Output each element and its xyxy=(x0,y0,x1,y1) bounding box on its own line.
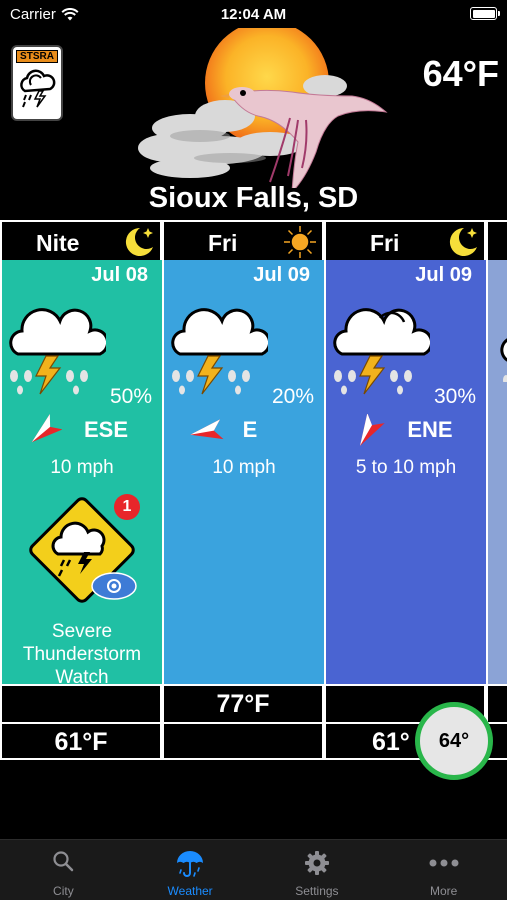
wind-direction: ENE xyxy=(407,417,453,442)
wind-direction: ESE xyxy=(83,417,129,442)
day-header: Fri xyxy=(324,220,486,260)
day-header: Fri xyxy=(162,220,324,260)
high-temperature xyxy=(0,684,162,722)
clock: 12:04 AM xyxy=(220,6,287,23)
high-temperature: 77°F xyxy=(162,684,324,722)
tab-label: Settings xyxy=(295,884,339,898)
more-dots-icon xyxy=(429,859,459,867)
tab-settings[interactable]: Settings xyxy=(254,840,381,900)
battery-icon xyxy=(470,7,500,20)
sun-icon xyxy=(284,226,316,258)
tab-more[interactable]: More xyxy=(380,840,507,900)
precip-chance: 20% xyxy=(271,385,314,408)
header: STSRA 64°F Sioux Falls, SD xyxy=(0,28,507,220)
low-temperature xyxy=(162,722,324,760)
high-temperature xyxy=(486,684,507,722)
active-alert-badge[interactable]: STSRA xyxy=(11,45,63,121)
tab-label: More xyxy=(429,884,458,898)
current-temp-bubble[interactable]: 64° xyxy=(415,702,493,780)
wind-speed: 10 mph xyxy=(50,457,114,478)
wind-direction-arrow-icon xyxy=(360,414,385,446)
forecast-column[interactable]: Fri Jul 09 20% E 10 mph 77°F xyxy=(162,220,324,760)
forecast-column[interactable]: Fri Jul 09 30% ENE 5 to 10 mph 61° xyxy=(324,220,486,760)
wind-speed: 10 mph xyxy=(212,457,276,478)
forecast-panel: Jul 09 30% ENE 5 to 10 mph xyxy=(324,260,486,684)
current-temperature: 64°F xyxy=(422,53,499,94)
tab-city[interactable]: City xyxy=(0,840,127,900)
forecast-panel xyxy=(486,260,507,684)
forecast-panel: Jul 08 50% ESE 10 mph 1 Severe Thunderst… xyxy=(0,260,162,688)
tab-label: Weather xyxy=(167,884,213,898)
thunderstorm-icon xyxy=(333,308,430,395)
forecast-panel: Jul 09 20% E 10 mph xyxy=(162,260,324,684)
alert-title-line: Thunderstorm xyxy=(22,644,142,665)
forecast-date: Jul 08 xyxy=(91,264,148,286)
city-name[interactable]: Sioux Falls, SD xyxy=(0,182,507,215)
moon-star-icon xyxy=(449,227,477,256)
alert-title[interactable]: Severe Thunderstorm Watch xyxy=(2,620,162,689)
forecast-strip[interactable]: Nite Jul 08 50% ESE 10 mph 1 Severe Thun… xyxy=(0,220,507,762)
day-header xyxy=(486,220,507,260)
forecast-column-peek[interactable] xyxy=(486,220,507,760)
tab-weather[interactable]: Weather xyxy=(127,840,254,900)
forecast-column[interactable]: Nite Jul 08 50% ESE 10 mph 1 Severe Thun… xyxy=(0,220,162,760)
day-name: Nite xyxy=(36,230,80,256)
storm-cloud-icon xyxy=(20,69,56,108)
forecast-date: Jul 09 xyxy=(415,264,472,286)
moon-star-icon xyxy=(125,227,153,256)
umbrella-icon xyxy=(177,851,204,877)
low-temperature: 61°F xyxy=(0,722,162,760)
precip-chance: 30% xyxy=(433,385,476,408)
tab-label: City xyxy=(53,884,74,898)
wind-direction: E xyxy=(242,417,258,442)
alert-badge-label: STSRA xyxy=(16,50,58,63)
alert-title-line: Severe xyxy=(51,621,113,642)
tab-bar: City Weather Settings More xyxy=(0,839,507,900)
gear-icon xyxy=(304,851,329,875)
thunderstorm-icon xyxy=(171,308,268,395)
alert-title-line: Watch xyxy=(55,667,109,688)
sunset-goose-illustration xyxy=(138,28,388,188)
precip-chance: 50% xyxy=(109,385,152,408)
wind-speed: 5 to 10 mph xyxy=(355,457,457,478)
status-bar: Carrier 12:04 AM xyxy=(0,0,507,28)
day-header: Nite xyxy=(0,220,162,260)
forecast-date: Jul 09 xyxy=(253,264,310,286)
thunderstorm-icon xyxy=(9,308,106,395)
cloud-icon xyxy=(500,338,507,382)
wind-direction-arrow-icon xyxy=(31,414,62,443)
alert-count-badge: 1 xyxy=(114,494,140,520)
search-icon xyxy=(53,851,74,872)
day-name: Fri xyxy=(370,230,400,256)
day-name: Fri xyxy=(208,230,238,256)
